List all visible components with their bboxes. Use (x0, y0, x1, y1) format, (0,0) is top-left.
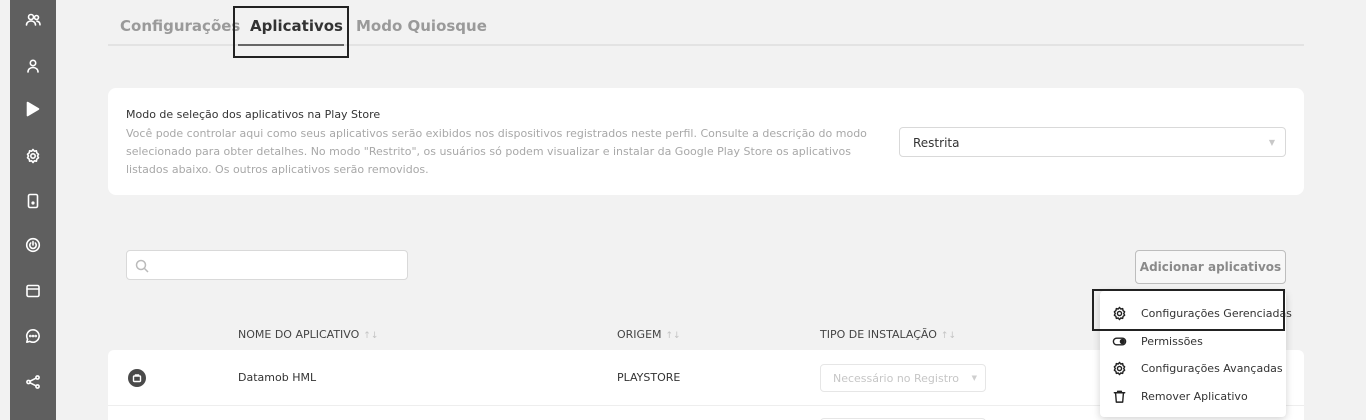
toggle-icon (1112, 337, 1127, 346)
tab-configuracoes[interactable]: Configurações (120, 17, 240, 35)
install-type-value: Necessário no Registro (833, 372, 960, 385)
sort-icon: ↑↓ (363, 331, 379, 341)
chevron-down-icon: ▼ (971, 374, 977, 382)
app-icon (128, 369, 146, 387)
play-store-mode-select[interactable]: Restrita ▼ (899, 127, 1286, 157)
play-store-mode-title: Modo de seleção dos aplicativos na Play … (126, 108, 381, 121)
search-input[interactable] (126, 250, 408, 280)
column-header-name[interactable]: NOME DO APLICATIVO ↑↓ (238, 328, 378, 341)
add-apps-button[interactable]: Adicionar aplicativos (1135, 250, 1286, 284)
user-icon[interactable] (24, 57, 42, 75)
chevron-down-icon: ▼ (1268, 138, 1275, 147)
menu-item-advanced-settings[interactable]: Configurações Avançadas (1100, 358, 1286, 380)
device-icon[interactable] (24, 192, 42, 210)
menu-item-permissions[interactable]: Permissões (1100, 331, 1286, 353)
sort-icon: ↑↓ (940, 331, 956, 341)
column-header-origin[interactable]: ORIGEM ↑↓ (617, 328, 681, 341)
power-icon[interactable] (24, 236, 42, 254)
tab-modo-quiosque[interactable]: Modo Quiosque (356, 17, 487, 35)
window-icon[interactable] (24, 282, 42, 300)
highlight-box (1092, 289, 1285, 331)
app-name: Datamob HML (238, 371, 317, 384)
menu-item-label: Configurações Avançadas (1141, 362, 1283, 375)
trash-icon (1113, 390, 1126, 403)
app-origin: PLAYSTORE (617, 371, 681, 384)
play-store-mode-value: Restrita (913, 136, 960, 150)
sort-icon: ↑↓ (665, 331, 681, 341)
settings-icon[interactable] (24, 147, 42, 165)
menu-item-label: Permissões (1141, 335, 1203, 348)
install-type-select[interactable]: Necessário no Registro ▼ (820, 364, 986, 392)
play-store-mode-card: Modo de seleção dos aplicativos na Play … (108, 88, 1304, 195)
gear-icon (1113, 361, 1126, 376)
sidebar (10, 0, 56, 420)
play-store-icon[interactable] (24, 100, 42, 118)
search-icon (135, 259, 149, 273)
column-header-install-type[interactable]: TIPO DE INSTALAÇÃO ↑↓ (820, 328, 956, 341)
chat-icon[interactable] (24, 327, 42, 345)
play-store-mode-description: Você pode controlar aqui como seus aplic… (126, 127, 867, 176)
menu-item-remove-app[interactable]: Remover Aplicativo (1100, 386, 1286, 408)
users-icon[interactable] (24, 11, 42, 29)
menu-item-label: Remover Aplicativo (1141, 390, 1248, 403)
share-icon[interactable] (24, 373, 42, 391)
highlight-box (233, 6, 349, 58)
